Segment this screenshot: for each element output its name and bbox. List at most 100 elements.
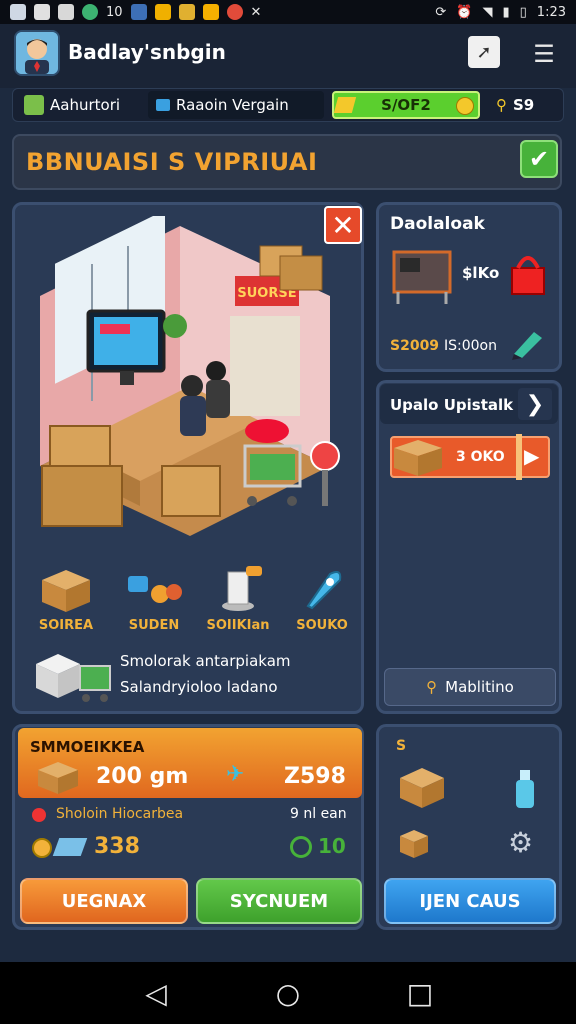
mail-icon [34,4,50,20]
shop-icon [154,4,171,20]
alert-icon [32,808,46,822]
location-chip[interactable]: Raaoin Vergain [148,91,324,119]
upgrade-title: Upalo Upistalk [390,396,514,414]
boxes-cart-illustration [34,648,114,708]
play-icon[interactable]: ▶ [524,444,539,468]
battery-icon: ▯ [519,4,527,20]
x-icon: ✕ [250,4,262,20]
slider-handle[interactable] [516,434,522,480]
item-gems[interactable] [124,570,184,614]
chevron-right-icon[interactable]: ❯ [518,388,552,420]
basket-icon[interactable] [506,246,550,302]
inventory-count: S [396,738,407,754]
close-icon[interactable]: ✕ [324,206,362,244]
middle-action-label: SYCNUEM [229,890,329,912]
check-icon[interactable]: ✔ [520,140,558,178]
order-box-icon [38,762,78,794]
pencil-icon[interactable] [510,326,546,360]
small-box-icon[interactable] [398,828,432,860]
orders-right-text: 9 nl ean [290,806,347,822]
xp-bar: S/OF2 [332,91,480,119]
building-label: Aahurtori [50,96,121,114]
supply-title: Daolaloak [390,214,485,234]
mablitino-button[interactable]: ⚲ Mablitino [384,668,556,706]
status-left-time: 10 [106,4,123,20]
whatsapp-icon [82,4,98,20]
location-label: Raaoin Vergain [176,96,289,114]
avatar-face-icon [16,32,58,74]
item-label-2: SUDEN [128,618,180,633]
item-label-3: SOIIKIan [206,618,270,633]
clock: 1:23 [536,4,566,20]
middle-action-button[interactable]: SYCNUEM [196,878,362,924]
order-amount: 200 gm [96,764,189,789]
slider-value: 3 OKO [456,449,505,465]
right-action-button[interactable]: IJEN CAUS [384,878,556,924]
alarm-icon: ⏰ [456,4,473,20]
app2-icon [226,4,243,20]
orders-count: 338 [94,834,140,859]
supply-time: IS:00on [444,338,497,354]
gems-icon [128,576,182,603]
pin-icon: ⚲ [496,96,507,114]
coin-icon [456,97,474,115]
share-icon[interactable]: ➚ [468,36,500,68]
calendar-icon [130,4,147,20]
status-bar: 10 ✕ ⟳ ⏰ ◥ ▮ ▯ 1:23 [0,0,576,24]
item-label-4: SOUKO [296,618,348,633]
upgrade-panel [376,380,562,714]
orders-subtitle: Sholoin Hiocarbea [56,806,184,822]
banner-title: BBNUAISI S VIPRIUAI [26,148,318,176]
signal-icon: ▮ [502,4,510,20]
scene-desc-line1: Smolorak antarpiakam [120,652,291,670]
building-chip[interactable]: Aahurtori [16,91,140,119]
rocket-icon [306,571,342,610]
gear-icon[interactable]: ⚙ [508,826,533,859]
orders-title: SMMOEIKKEA [30,738,145,756]
item-label-1: SOIREA [38,618,94,633]
timer-icon [290,836,312,858]
mablitino-label: Mablitino [445,678,514,696]
system-nav-bar: ◁ ○ □ [0,962,576,1024]
plane-icon: ✈ [226,762,245,787]
coins-value: S9 [513,96,535,114]
sync-icon: ⟳ [435,4,447,20]
xp-value: S/OF2 [381,96,431,114]
box-icon [42,570,90,612]
left-action-button[interactable]: UEGNAX [20,878,188,924]
inventory-box-icon[interactable] [398,766,448,810]
item-box[interactable] [38,566,94,618]
isometric-shop-illustration: SUORSE [40,216,340,536]
coins-chip[interactable]: ⚲ S9 [488,91,560,119]
house-icon [24,95,44,115]
supply-cost: S2009 [390,338,440,354]
cup-icon [222,566,262,611]
menu-icon[interactable]: ☰ [526,36,562,72]
home-icon[interactable]: ○ [268,977,308,1010]
player-avatar[interactable] [14,30,60,76]
gold-coin-icon [32,838,52,858]
scene-desc-line2: Salandryioloo ladano [120,678,278,696]
gold-bar-icon [333,97,357,113]
orders-timer: 10 [318,834,346,858]
player-name: Badlay'snbgin [68,40,226,64]
game-icon [202,4,219,20]
right-action-label: IJEN CAUS [419,890,521,912]
item-rocket[interactable] [300,566,348,618]
wifi-icon: ◥ [482,4,493,20]
boxes-cart-icon [36,654,111,702]
item-cup[interactable] [216,562,268,618]
supply-price: $lKo [462,264,500,282]
monitor-icon [156,99,170,111]
bottle-icon[interactable] [508,766,542,810]
back-icon[interactable]: ◁ [136,977,176,1010]
app-icon [58,4,74,20]
crate-icon [394,440,442,476]
bulb-icon: ⚲ [426,678,438,696]
order-score: Z598 [284,764,346,789]
left-action-label: UEGNAX [61,890,147,912]
folder-icon [178,4,195,20]
gallery-icon [10,4,26,20]
recents-icon[interactable]: □ [400,977,440,1010]
shelf-icon[interactable] [388,242,458,308]
